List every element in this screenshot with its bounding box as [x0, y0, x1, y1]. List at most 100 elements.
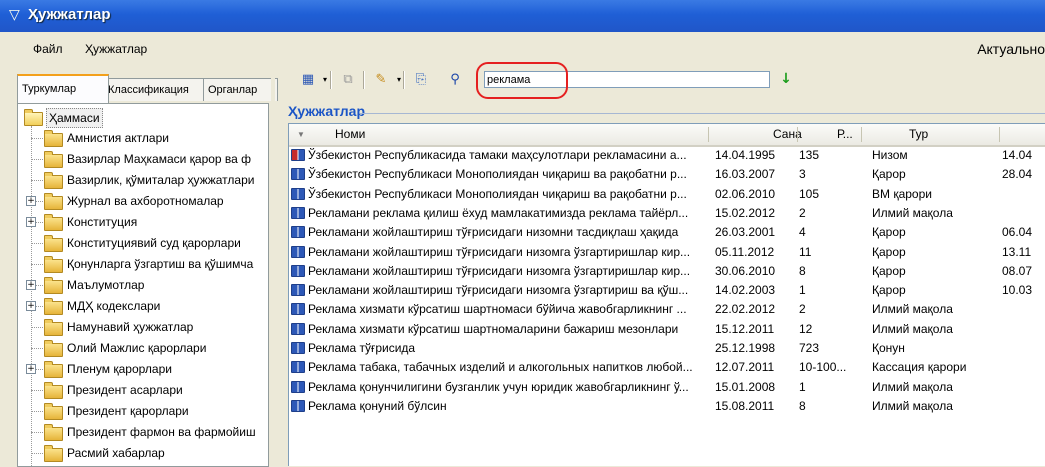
tree-item[interactable]: Маълумотлар [67, 275, 144, 295]
cell-number: 4 [799, 225, 806, 240]
table-row[interactable]: Реклама қонунчилигини бузганлик учун юри… [289, 378, 1045, 397]
tab-categories[interactable]: Туркумлар [17, 74, 109, 103]
actual-label[interactable]: Актуально [977, 41, 1045, 57]
menu-bar: Файл Ҳужжатлар Актуально [0, 32, 1045, 66]
tree-root[interactable]: Ҳаммаси [20, 108, 264, 128]
tree-item[interactable]: Амнистия актлари [67, 128, 169, 148]
table-row[interactable]: Реклама тўғрисида 25.12.1998 723 Қонун [289, 339, 1045, 358]
column-divider[interactable] [708, 127, 709, 142]
tree-item[interactable]: Намунавий ҳужжатлар [67, 317, 193, 337]
book-icon [291, 380, 305, 393]
column-type[interactable]: Тур [909, 124, 928, 145]
sort-indicator-icon[interactable]: ▼ [297, 124, 305, 145]
tree-item[interactable]: Президент фармон ва фармойиш [67, 422, 256, 442]
expand-icon[interactable]: + [26, 301, 36, 311]
dropdown-arrow-icon[interactable]: ▾ [314, 69, 336, 91]
column-divider[interactable] [861, 127, 862, 142]
column-number[interactable]: Р... [837, 124, 853, 145]
folder-icon [44, 445, 63, 462]
cell-date: 02.06.2010 [715, 186, 776, 201]
folder-icon [44, 130, 63, 147]
tab-organs[interactable]: Органлар [203, 78, 278, 101]
folder-icon [44, 424, 63, 441]
cell-name: Рекламани жойлаштириш тўғрисидаги низомг… [308, 283, 689, 298]
tree-item[interactable]: Конституция [67, 212, 137, 232]
cell-number: 723 [799, 341, 820, 355]
window-title: Ҳужжатлар [28, 6, 111, 23]
column-name[interactable]: Номи [335, 124, 365, 145]
tree-item[interactable]: Президент қарорлари [67, 401, 189, 421]
table-row[interactable]: Ўзбекистон Республикаси Монополиядан чиқ… [289, 185, 1045, 204]
cell-name: Ўзбекистон Республикаси Монополиядан чиқ… [308, 186, 687, 201]
export-icon[interactable]: ⎘ [410, 69, 432, 91]
folder-icon [44, 214, 63, 231]
cell-number: 8 [799, 263, 806, 278]
expand-icon[interactable]: + [26, 196, 36, 206]
table-row[interactable]: Рекламани жойлаштириш тўғрисидаги низомг… [289, 281, 1045, 300]
documents-table[interactable]: ▼ Номи Сана Р... Тур Ўзбекистон Республи… [288, 123, 1045, 466]
menu-file[interactable]: Файл [33, 42, 63, 56]
cell-type: Илмий мақола [872, 205, 953, 220]
expand-icon[interactable]: + [26, 364, 36, 374]
tree-item[interactable]: Пленум қарорлари [67, 359, 172, 379]
splitter[interactable] [271, 74, 275, 465]
book-icon [291, 149, 305, 161]
table-row[interactable]: Ўзбекистон Республикаси Монополиядан чиқ… [289, 165, 1045, 184]
open-document-icon[interactable]: ⧉ [337, 69, 359, 91]
tree-line [31, 432, 45, 433]
tree-item[interactable]: Конституциявий суд қарорлари [67, 233, 241, 253]
tree-item[interactable]: Олий Мажлис қарорлари [67, 338, 206, 358]
tab-classification[interactable]: Классификация [103, 78, 209, 101]
table-row[interactable]: Реклама табака, табачных изделий и алког… [289, 358, 1045, 377]
category-tree[interactable]: Ҳаммаси Амнистия актлари Вазирлар Маҳкама… [17, 103, 269, 467]
folder-icon [44, 298, 63, 315]
table-row[interactable]: Рекламани жойлаштириш тўғрисидаги низомг… [289, 243, 1045, 262]
tree-item[interactable]: Расмий хабарлар [67, 443, 165, 463]
tree-root-label[interactable]: Ҳаммаси [46, 108, 103, 128]
cell-type: Қарор [872, 283, 906, 298]
cell-date: 12.07.2011 [715, 360, 775, 375]
header-line [360, 113, 1045, 114]
table-row[interactable]: Рекламани жойлаштириш тўғрисидаги низомг… [289, 262, 1045, 281]
tree-item[interactable]: Президент асарлари [67, 380, 183, 400]
table-row[interactable]: Реклама хизмати кўрсатиш шартномаларини … [289, 320, 1045, 339]
book-icon [291, 245, 305, 258]
book-icon [291, 264, 305, 277]
cell-date: 14.02.2003 [715, 283, 776, 298]
book-icon [291, 187, 305, 200]
tree-item[interactable]: Қонунларга ўзгартиш ва қўшимча [67, 254, 253, 274]
cell-date: 16.03.2007 [715, 167, 776, 182]
table-row[interactable]: Реклама хизмати кўрсатиш шартномаси бўйи… [289, 300, 1045, 319]
cell-date: 26.03.2001 [715, 225, 776, 240]
folder-icon [44, 256, 63, 273]
cell-extra-date: 14.04 [1002, 148, 1033, 162]
binoculars-icon[interactable]: ⚲ [444, 69, 466, 91]
dropdown-arrow-icon[interactable]: ▾ [388, 69, 410, 91]
expand-icon[interactable]: + [26, 280, 36, 290]
folder-icon [44, 277, 63, 294]
table-row[interactable]: Реклама қонуний бўлсин 15.08.2011 8 Илмий м… [289, 397, 1045, 416]
tree-line [31, 453, 45, 454]
cell-date: 15.01.2008 [715, 379, 776, 394]
table-row[interactable]: Рекламани реклама қилиш ёхуд мамлакатими… [289, 204, 1045, 223]
book-icon [291, 226, 305, 239]
cell-extra-date: 28.04 [1002, 167, 1033, 182]
column-divider[interactable] [999, 127, 1000, 142]
cell-number: 1 [799, 283, 806, 298]
tree-item[interactable]: МДҲ кодекслари [67, 296, 160, 316]
tree-item[interactable]: Вазирлик, қўмиталар ҳужжатлари [67, 170, 254, 190]
expand-icon[interactable]: + [26, 217, 36, 227]
tree-item[interactable]: Журнал ва ахборотномалар [67, 191, 224, 211]
cell-type: Қарор [872, 263, 906, 278]
menu-documents[interactable]: Ҳужжатлар [85, 42, 147, 56]
column-divider[interactable] [797, 127, 798, 142]
book-icon [291, 206, 305, 219]
search-input[interactable]: реклама [484, 71, 770, 88]
tree-line [31, 138, 45, 139]
table-row[interactable]: Ўзбекистон Республикасида тамаки маҳсуло… [289, 146, 1045, 165]
cell-name: Реклама тўғрисида [308, 341, 416, 355]
green-down-arrow-icon[interactable]: ↓ [777, 70, 795, 88]
tree-item[interactable]: Вазирлар Маҳкамаси қарор ва ф [67, 149, 251, 169]
table-row[interactable]: Рекламани жойлаштириш тўғрисидаги низомн… [289, 223, 1045, 242]
cell-extra-date: 13.11 [1002, 244, 1032, 259]
